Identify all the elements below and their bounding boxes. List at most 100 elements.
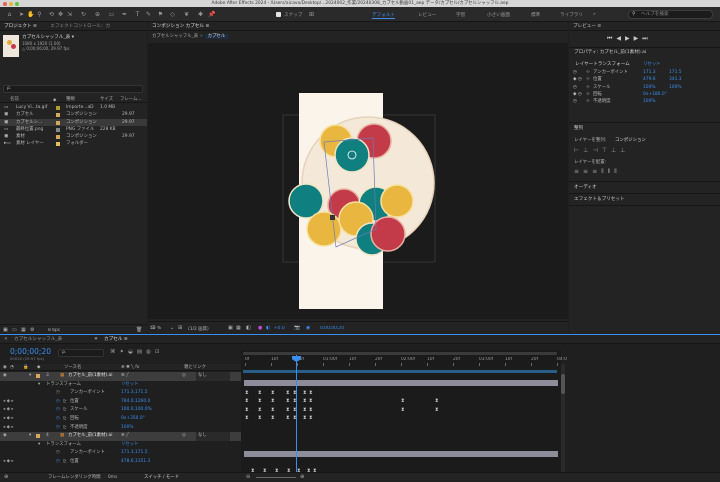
align-panel-title[interactable]: 整列 [574, 125, 583, 131]
prev-frame-icon[interactable]: ◀ [616, 35, 625, 42]
col-parent-link[interactable]: 親とリンク [184, 364, 206, 371]
layer-name[interactable]: カプセル_前(1素材).ai [68, 432, 114, 441]
new-folder-icon[interactable]: ▭ [12, 327, 17, 333]
transform-group-row[interactable]: ▾ トランスフォーム リセット [0, 441, 241, 450]
keyframe-marker[interactable]: ⧗ [303, 407, 307, 413]
layer-label-swatch[interactable] [36, 374, 40, 378]
transform-group-row[interactable]: ▾ トランスフォーム リセット [0, 381, 241, 390]
stopwatch-icon[interactable]: ◷ [56, 389, 60, 398]
home-icon[interactable]: ⌂ [6, 11, 13, 18]
label-color-swatch[interactable] [56, 127, 60, 132]
keyframe-navigator[interactable]: ◂ ◆ ▸ [3, 458, 14, 467]
text-tool-icon[interactable]: T [134, 11, 141, 18]
pin-tool-icon[interactable]: 📌 [208, 11, 215, 18]
keyframe-marker[interactable]: ⧗ [286, 398, 290, 404]
effects-presets-title[interactable]: エフェクト＆プリセット [574, 196, 625, 202]
keyframe-marker[interactable]: ⧗ [303, 415, 307, 421]
property-value-1[interactable]: 479.6 [643, 76, 656, 83]
timeline-zoom-slider[interactable] [256, 477, 296, 478]
project-settings-icon[interactable]: ⚙ [30, 327, 34, 333]
scrollbar-thumb[interactable] [561, 374, 565, 394]
property-value-1[interactable]: 100% [643, 84, 656, 91]
zoom-window-button[interactable] [15, 1, 19, 6]
keyframe-marker[interactable]: ⧗ [245, 415, 249, 421]
roi-icon[interactable]: ▣ [228, 325, 233, 331]
workspace-small-screen[interactable]: 小さい画面 [487, 12, 510, 18]
graph-editor-icon[interactable]: ⊡ [155, 349, 164, 355]
tab-shuffle-comp[interactable]: カプセルシャッフル_表 [14, 335, 62, 344]
minimize-window-button[interactable] [9, 1, 13, 6]
stamp-tool-icon[interactable]: ⚑ [157, 11, 164, 18]
fit-icon[interactable]: ⊞ [178, 325, 182, 331]
parent-pickwhip-icon[interactable]: ◎ [182, 372, 186, 381]
stopwatch-icon[interactable]: ◷ [573, 98, 577, 105]
parent-dropdown[interactable]: なし [196, 432, 230, 441]
keyframe-marker[interactable]: ⧗ [258, 415, 262, 421]
col-source-name[interactable]: ソース名 [64, 364, 81, 371]
keyframe-navigator[interactable]: ◂ ◆ ▸ [3, 415, 14, 424]
stopwatch-icon[interactable]: ◷ [56, 406, 60, 415]
keyframe-marker[interactable]: ⧗ [309, 415, 313, 421]
project-item[interactable]: ▸▭ 素材 レイヤー フォルダー [0, 140, 147, 147]
current-timecode[interactable]: 0;00;00;20 [10, 347, 51, 356]
zoom-dropdown-icon[interactable]: ⌄ [170, 325, 174, 331]
tab-effect-controls[interactable]: エフェクトコントロール：カ [50, 24, 110, 29]
label-color-swatch[interactable] [56, 142, 60, 147]
new-comp-icon[interactable]: ▦ [21, 327, 26, 333]
roto-brush-icon[interactable]: ❦ [183, 11, 190, 18]
close-active-tab-icon[interactable]: ✕ [94, 335, 98, 344]
pen-tool-icon[interactable]: ✒ [121, 11, 128, 18]
shy-layers-icon[interactable]: ◒ [128, 349, 137, 355]
stopwatch-icon[interactable]: ◷ [56, 415, 60, 424]
selection-tool-icon[interactable]: ➤ [18, 11, 25, 18]
keyframe-marker[interactable]: ⧗ [309, 390, 313, 396]
keyframe-marker[interactable]: ⧗ [435, 407, 439, 413]
motion-blur-icon[interactable]: ◍ [146, 349, 155, 355]
help-search-field[interactable]: ⚲ ヘルプを検索 [628, 10, 713, 19]
workspace-default[interactable]: デフォルト [372, 12, 395, 19]
keyframe-navigator[interactable]: ◂ ◆ ▸ [3, 406, 14, 415]
transform-property-value[interactable]: 171.3,171.5 [121, 449, 148, 458]
exposure-icon[interactable]: ◐ [266, 325, 270, 331]
composition-viewer[interactable] [148, 43, 568, 319]
stopwatch-icon[interactable]: ◷ [56, 449, 60, 458]
col-size[interactable]: サイズ [100, 96, 113, 103]
parent-pickwhip-icon[interactable]: ◎ [182, 432, 186, 441]
tab-capsule-comp[interactable]: カプセル ≡ [104, 335, 128, 344]
label-color-swatch[interactable] [56, 113, 60, 118]
distribute-right-icon[interactable]: ⫴ [614, 168, 621, 175]
project-item[interactable]: ▣ カプセルシ... コンポジション 29.97 [0, 118, 147, 126]
label-color-swatch[interactable] [56, 135, 60, 140]
keyframe-marker[interactable]: ⧗ [293, 407, 297, 413]
layer-twirl-icon[interactable]: ▾ [29, 432, 31, 441]
transform-property-value[interactable]: 100% [121, 424, 134, 433]
stopwatch-icon[interactable]: ◷ [56, 398, 60, 407]
snapshot-icon[interactable]: 📷 [294, 325, 300, 331]
keyframe-marker[interactable]: ⧗ [309, 398, 313, 404]
layer-label-swatch[interactable] [36, 434, 40, 439]
keyframe-marker[interactable]: ⧗ [401, 398, 405, 404]
keyframe-marker[interactable]: ⧗ [293, 398, 297, 404]
pan-tool-icon[interactable]: ✥ [57, 11, 64, 18]
orbit-tool-icon[interactable]: ⟲ [48, 11, 55, 18]
keyframe-marker[interactable]: ⧗ [435, 398, 439, 404]
rotate-tool-icon[interactable]: ↻ [80, 11, 87, 18]
snap-checkbox[interactable] [276, 12, 281, 17]
property-value-2[interactable]: 341.3 [669, 76, 682, 83]
project-item[interactable]: ▭ 最終位置.png PNG ファイル 228 KB [0, 126, 147, 133]
project-item[interactable]: ▣ 素材 コンポジション 29.97 [0, 133, 147, 140]
layer-name[interactable]: カプセル_前(1素材).ai [68, 372, 114, 381]
comp-flowchart-icon[interactable]: ⌘ [110, 349, 120, 355]
first-frame-icon[interactable]: ⏮ [607, 35, 616, 42]
resolution-dropdown[interactable]: (1/2 画質) [188, 326, 209, 332]
show-snapshot-icon[interactable]: ◉ [306, 325, 310, 331]
delete-icon[interactable]: 🗑 [136, 327, 142, 333]
property-value-1[interactable]: 0x+180.0° [643, 91, 667, 98]
project-search-input[interactable]: ρ. [3, 85, 143, 93]
draft-3d-icon[interactable]: ✦ [120, 349, 129, 355]
exposure-value[interactable]: +0.0 [274, 326, 285, 331]
workspace-standard[interactable]: 標準 [531, 12, 540, 18]
property-value-1[interactable]: 171.3 [643, 69, 656, 76]
close-tab-icon[interactable]: ✕ [4, 335, 8, 344]
distribute-top-icon[interactable]: ≡ [574, 168, 583, 175]
